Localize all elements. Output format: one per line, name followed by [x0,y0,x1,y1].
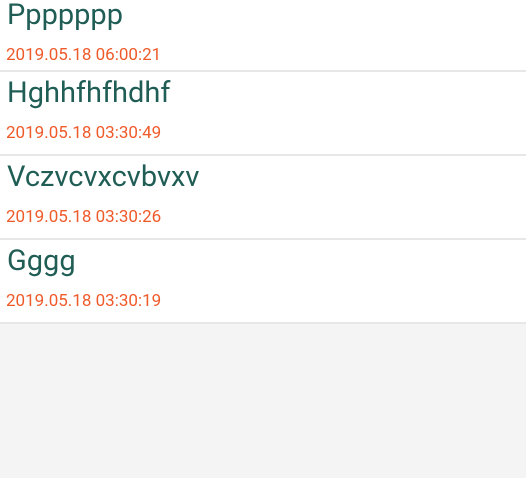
empty-list-area [0,324,526,478]
note-title: Hghhfhfhdhf [7,76,171,110]
note-title: Gggg [7,244,76,278]
note-timestamp: 2019.05.18 06:00:21 [6,45,162,65]
list-item[interactable]: Ppppppp 2019.05.18 06:00:21 [0,0,526,72]
note-timestamp: 2019.05.18 03:30:19 [6,291,162,311]
note-title: Vczvcvxcvbvxv [7,160,200,194]
list-item[interactable]: Hghhfhfhdhf 2019.05.18 03:30:49 [0,72,526,156]
note-timestamp: 2019.05.18 03:30:49 [6,123,162,143]
note-title: Ppppppp [7,0,123,32]
note-timestamp: 2019.05.18 03:30:26 [6,207,162,227]
notes-list: Ppppppp 2019.05.18 06:00:21 Hghhfhfhdhf … [0,0,526,324]
list-item[interactable]: Gggg 2019.05.18 03:30:19 [0,240,526,324]
list-item[interactable]: Vczvcvxcvbvxv 2019.05.18 03:30:26 [0,156,526,240]
